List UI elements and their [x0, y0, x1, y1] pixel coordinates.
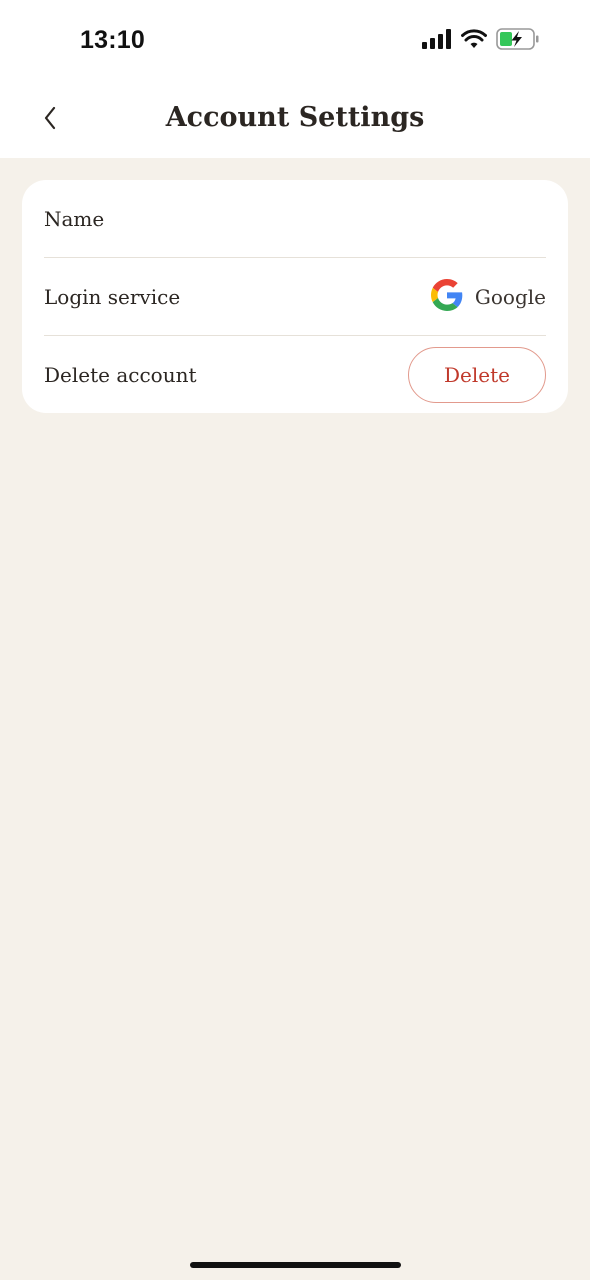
home-indicator	[190, 1262, 401, 1268]
delete-account-label: Delete account	[44, 362, 197, 387]
login-service-value: Google	[430, 279, 546, 315]
name-label: Name	[44, 207, 105, 231]
page-title: Account Settings	[165, 102, 425, 133]
login-service-row: Login service Google	[44, 258, 546, 336]
delete-account-row: Delete account Delete	[44, 336, 546, 413]
delete-button[interactable]: Delete	[408, 346, 546, 403]
login-service-text: Google	[474, 285, 546, 309]
status-icons	[422, 28, 540, 54]
settings-card: Name Login service Google Delete account…	[22, 180, 568, 413]
google-icon	[430, 279, 463, 315]
status-bar: 13:10	[0, 0, 590, 80]
signal-icon	[422, 29, 452, 53]
wifi-icon	[461, 29, 487, 53]
login-service-label: Login service	[44, 285, 181, 309]
battery-charging-icon	[496, 28, 540, 54]
nav-bar: Account Settings	[0, 80, 590, 158]
name-row[interactable]: Name	[44, 180, 546, 258]
status-time: 13:10	[80, 26, 145, 54]
